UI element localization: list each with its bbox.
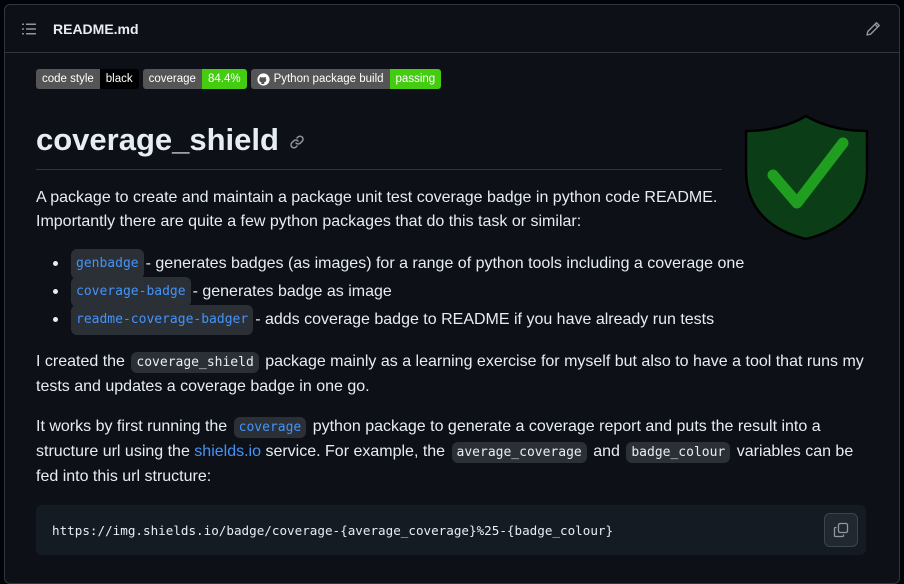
- title-text: coverage_shield: [36, 122, 279, 157]
- text: and: [588, 443, 625, 460]
- text: It works by first running the: [36, 418, 232, 435]
- text: service. For example, the: [261, 443, 450, 460]
- list-item-text: - generates badge as image: [192, 283, 392, 300]
- inline-code: coverage_shield: [131, 352, 259, 373]
- readme-coverage-badger-link[interactable]: readme-coverage-badger: [71, 305, 254, 335]
- text: I created the: [36, 353, 130, 370]
- how-it-works-paragraph: It works by first running the coverage p…: [36, 415, 876, 489]
- shield-check-logo: [744, 114, 869, 241]
- file-name[interactable]: README.md: [53, 21, 139, 37]
- coverage-badge-link[interactable]: coverage-badge: [71, 277, 191, 307]
- copy-button[interactable]: [824, 513, 858, 547]
- intro-paragraph: A package to create and maintain a packa…: [36, 189, 718, 230]
- readme-title: coverage_shield: [36, 122, 722, 170]
- badge-value: 84.4%: [201, 69, 247, 89]
- inline-code: badge_colour: [626, 442, 731, 463]
- motivation-paragraph: I created the coverage_shield package ma…: [36, 350, 876, 399]
- badge-label: coverage: [142, 69, 202, 89]
- badge-value: passing: [389, 69, 442, 89]
- build-badge[interactable]: Python package build passing: [250, 69, 442, 89]
- badge-value: black: [99, 69, 139, 89]
- pencil-edit-icon[interactable]: [865, 21, 881, 37]
- outline-list-icon[interactable]: [21, 21, 37, 37]
- coverage-badge[interactable]: coverage 84.4%: [142, 69, 247, 89]
- list-item-text: - generates badges (as images) for a ran…: [145, 255, 745, 272]
- github-icon: [256, 72, 270, 86]
- list-item: readme-coverage-badger - adds coverage b…: [36, 305, 899, 335]
- badge-label-wrap: Python package build: [250, 69, 390, 89]
- inline-code: average_coverage: [451, 442, 587, 463]
- coverage-link[interactable]: coverage: [233, 417, 307, 438]
- code-block: https://img.shields.io/badge/coverage-{a…: [36, 505, 866, 555]
- list-item: coverage-badge - generates badge as imag…: [36, 277, 899, 307]
- badge-row: code style black coverage 84.4% Python p…: [36, 69, 899, 89]
- readme-panel: README.md code style black coverage 84.4…: [4, 4, 900, 584]
- genbadge-link[interactable]: genbadge: [71, 249, 144, 279]
- list-item-text: - adds coverage badge to README if you h…: [255, 311, 715, 328]
- file-header: README.md: [5, 5, 899, 53]
- copy-icon: [833, 522, 849, 538]
- badge-label: Python package build: [273, 73, 384, 85]
- link-anchor-icon[interactable]: [289, 134, 305, 150]
- badge-label: code style: [36, 69, 100, 89]
- readme-content: code style black coverage 84.4% Python p…: [36, 65, 899, 555]
- package-list: genbadge - generates badges (as images) …: [36, 249, 899, 335]
- code-block-text: https://img.shields.io/badge/coverage-{a…: [52, 522, 614, 538]
- list-item: genbadge - generates badges (as images) …: [36, 249, 899, 279]
- shields-io-link[interactable]: shields.io: [194, 443, 261, 460]
- code-style-badge[interactable]: code style black: [36, 69, 139, 89]
